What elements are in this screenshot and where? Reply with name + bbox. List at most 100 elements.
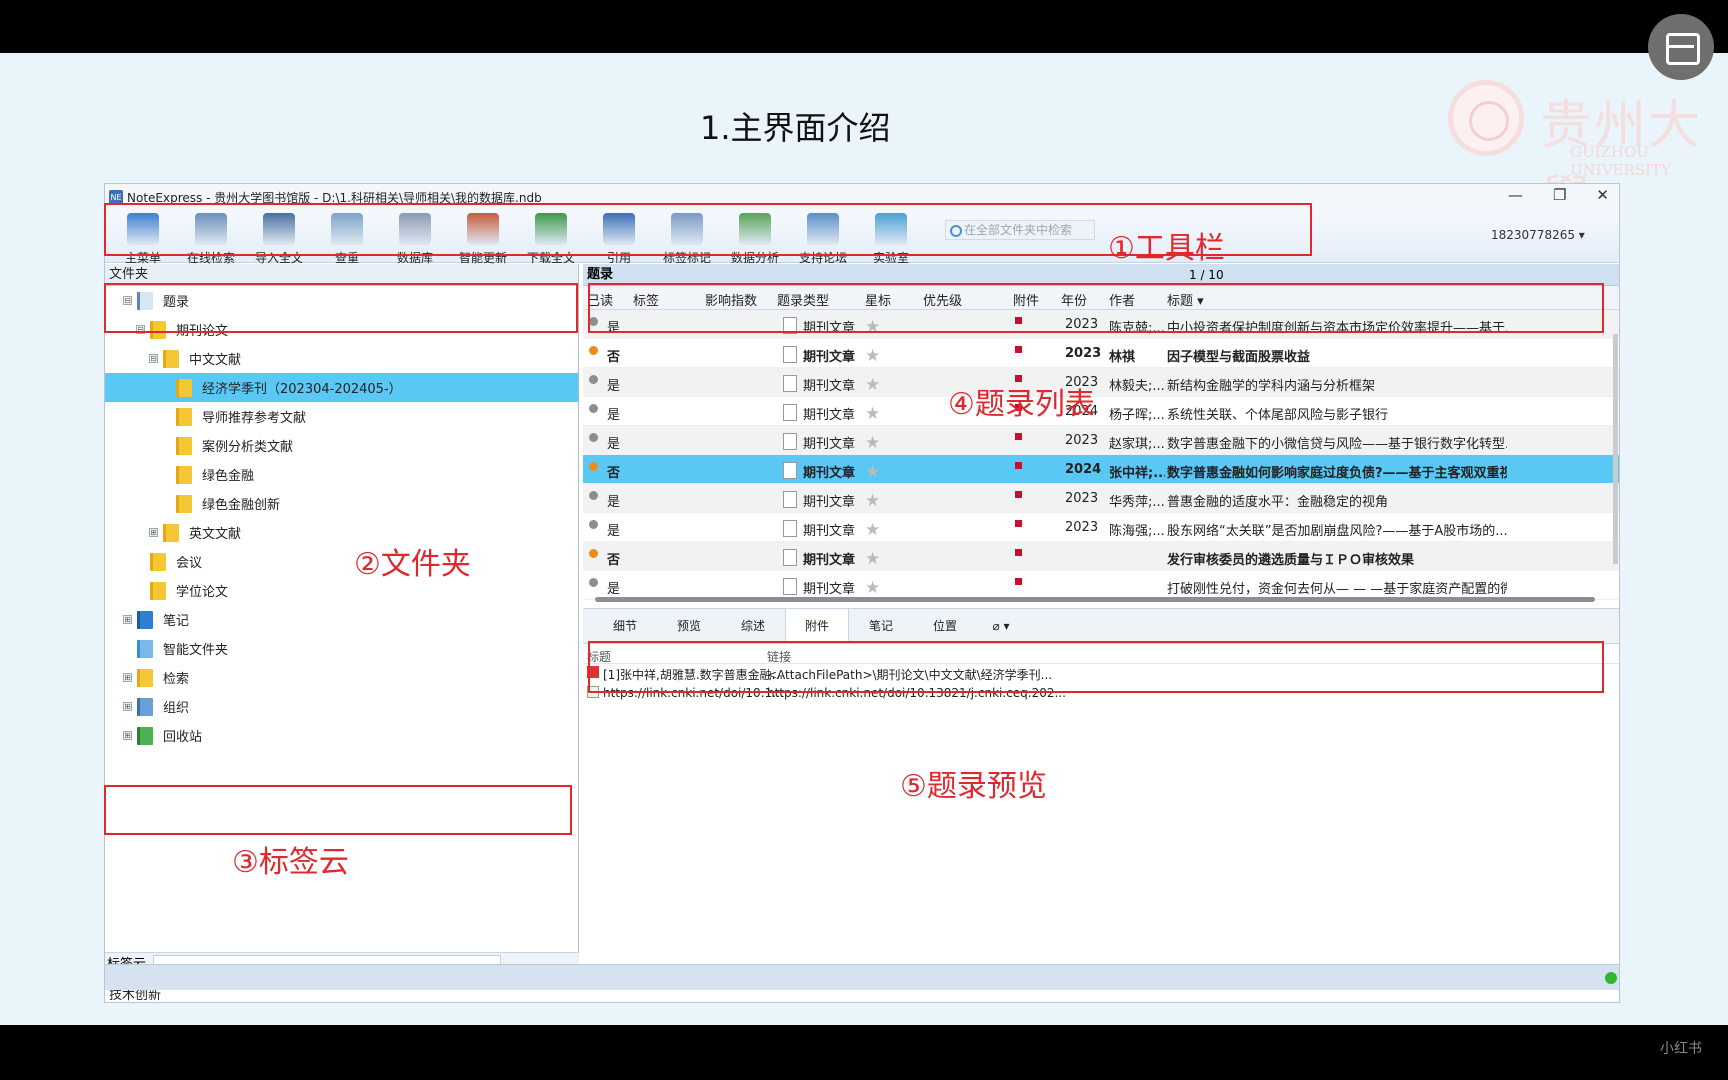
read-status-icon [589, 549, 598, 558]
record-row[interactable]: 是 期刊文章 2023 赵家琪;... 数字普惠金融下的小微信贷与风险——基于银行数字化… [583, 426, 1619, 455]
folder-label: 学位论文 [176, 585, 229, 600]
journal-article-icon [783, 346, 797, 363]
folder-tree-item[interactable]: 经济学季刊（202304-202405-） [105, 373, 578, 402]
folder-label: 绿色金融 [202, 469, 255, 484]
attachment-icon[interactable] [1015, 549, 1022, 556]
minimize-button[interactable]: — [1508, 186, 1523, 204]
read-status-icon [589, 520, 598, 529]
folder-tree-item[interactable]: ⊞ 英文文献 [105, 518, 578, 547]
folder-tree-item[interactable]: 学位论文 [105, 576, 578, 605]
record-type: 期刊文章 [803, 379, 856, 394]
folder-tree-item[interactable]: 案例分析类文献 [105, 431, 578, 460]
org-folder-icon [137, 697, 153, 716]
record-row[interactable]: 是期刊文章 2024 杨子晖;... 系统性关联、个体尾部风险与影子银行 ★ [583, 397, 1619, 426]
record-list-scrollbar-vertical[interactable] [1613, 334, 1618, 564]
record-row[interactable]: 是 期刊文章 打破刚性兑付，资金何去何从— — —基于家庭资产配置的微... ★ [583, 571, 1619, 600]
folder-tree-item[interactable]: ⊞ 组织 [105, 692, 578, 721]
tree-expander-icon[interactable]: ⊟ [149, 354, 158, 363]
record-list-scrollbar-horizontal[interactable] [595, 597, 1595, 602]
attachment-icon[interactable] [1015, 462, 1022, 469]
record-title: 系统性关联、个体尾部风险与影子银行 [1167, 408, 1389, 423]
watermark: 小红书 [1660, 1041, 1702, 1057]
record-type: 期刊文章 [803, 408, 856, 423]
star-icon[interactable]: ★ [865, 433, 880, 453]
preview-tab[interactable]: 细节 [593, 609, 657, 643]
record-row[interactable]: 是 期刊文章 2023 陈海强;... 股东网络“太关联”是否加剧崩盘风险?——基于A股… [583, 513, 1619, 542]
read-status-icon [589, 578, 598, 587]
read-status-icon [589, 433, 598, 442]
journal-article-icon [783, 549, 797, 566]
preview-tab[interactable]: 综述 [721, 609, 785, 643]
tree-expander-icon[interactable]: ⊞ [123, 731, 132, 740]
star-icon[interactable]: ★ [865, 549, 880, 569]
folder-label: 检索 [163, 672, 190, 687]
star-icon[interactable]: ★ [865, 578, 880, 598]
record-year: 2023 [1065, 491, 1099, 506]
folder-folder-icon [176, 494, 192, 513]
annotation-record-preview: ⑤题录预览 [900, 769, 1047, 804]
record-title: 数字普惠金融下的小微信贷与风险——基于银行数字化转型... [1167, 437, 1507, 452]
folder-label: 英文文献 [189, 527, 242, 542]
record-row[interactable]: 否 期刊文章 2024 张中祥;... 数字普惠金融如何影响家庭过度负债?——基于主客观… [583, 455, 1619, 484]
record-read: 是 [607, 495, 621, 510]
record-type: 期刊文章 [803, 582, 856, 597]
status-bar [105, 964, 1619, 990]
user-account[interactable]: 18230778265 ▾ [1491, 228, 1585, 242]
paperclip-icon[interactable]: ⌀ ▾ [977, 609, 1025, 643]
folder-folder-icon [150, 552, 166, 571]
record-row[interactable]: 是期刊文章 2023 林毅夫;... 新结构金融学的学科内涵与分析框架 ★ [583, 368, 1619, 397]
folder-tree-item[interactable]: ⊟ 中文文献 [105, 344, 578, 373]
tree-expander-icon[interactable]: ⊞ [123, 702, 132, 711]
annotation-box-folders [104, 283, 578, 333]
record-row[interactable]: 否 期刊文章 2023 林祺 因子模型与截面股票收益 ★ [583, 339, 1619, 368]
folder-tree-item[interactable]: ⊞ 笔记 [105, 605, 578, 634]
attachment-icon[interactable] [1015, 578, 1022, 585]
folder-tree-item[interactable]: 导师推荐参考文献 [105, 402, 578, 431]
journal-article-icon [783, 433, 797, 450]
attachment-icon[interactable] [1015, 520, 1022, 527]
floating-window-button[interactable] [1648, 14, 1714, 80]
record-author: 陈海强;... [1109, 524, 1165, 539]
star-icon[interactable]: ★ [865, 462, 880, 482]
preview-tab[interactable]: 预览 [657, 609, 721, 643]
record-row[interactable]: 是 期刊文章 2023 华秀萍;... 普惠金融的适度水平：金融稳定的视角 ★ [583, 484, 1619, 513]
folder-tree-item[interactable]: 智能文件夹 [105, 634, 578, 663]
star-icon[interactable]: ★ [865, 404, 880, 424]
star-icon[interactable]: ★ [865, 491, 880, 511]
tree-expander-icon[interactable]: ⊞ [149, 528, 158, 537]
close-button[interactable]: ✕ [1596, 186, 1609, 204]
folder-tree-item[interactable]: ⊞ 检索 [105, 663, 578, 692]
journal-article-icon [783, 578, 797, 595]
record-title: 发行审核委员的遴选质量与ＩＰＯ审核效果 [1167, 553, 1415, 568]
record-title: 新结构金融学的学科内涵与分析框架 [1167, 379, 1376, 394]
folder-tree-item[interactable]: 绿色金融 [105, 460, 578, 489]
attachment-icon[interactable] [1015, 346, 1022, 353]
record-read: 是 [607, 408, 621, 423]
preview-tab[interactable]: 位置 [913, 609, 977, 643]
preview-tabs: 细节 预览 综述 附件 笔记 位置 ⌀ ▾ [583, 608, 1619, 644]
folder-tree-item[interactable]: 绿色金融创新 [105, 489, 578, 518]
record-read: 否 [607, 553, 621, 568]
tree-expander-icon[interactable]: ⊞ [123, 615, 132, 624]
folder-label: 回收站 [163, 730, 203, 745]
record-row[interactable]: 否 期刊文章 发行审核委员的遴选质量与ＩＰＯ审核效果 ★ [583, 542, 1619, 571]
restore-button[interactable]: ❐ [1553, 186, 1566, 204]
folder-tree-item[interactable]: 会议 [105, 547, 578, 576]
smart-folder-icon [137, 639, 153, 658]
attachment-icon[interactable] [1015, 433, 1022, 440]
record-type: 期刊文章 [803, 437, 856, 452]
record-year: 2023 [1065, 346, 1102, 361]
record-read: 否 [607, 350, 621, 365]
status-ok-icon [1605, 972, 1617, 984]
folder-tree-item[interactable]: ⊞ 回收站 [105, 721, 578, 750]
star-icon[interactable]: ★ [865, 346, 880, 366]
attachment-icon[interactable] [1015, 491, 1022, 498]
tree-expander-icon[interactable]: ⊞ [123, 673, 132, 682]
star-icon[interactable]: ★ [865, 375, 880, 395]
folder-folder-icon [137, 668, 153, 687]
preview-tab[interactable]: 附件 [785, 609, 849, 643]
record-list: 是期刊文章 2023 陈克兢;... 中小投资者保护制度创新与资本市场定价效率提升——… [583, 310, 1619, 600]
preview-tab[interactable]: 笔记 [849, 609, 913, 643]
star-icon[interactable]: ★ [865, 520, 880, 540]
folder-folder-icon [176, 465, 192, 484]
